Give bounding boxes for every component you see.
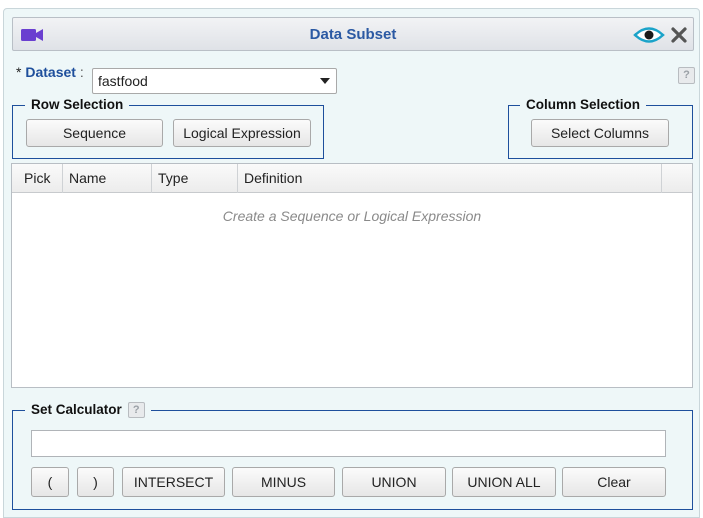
empty-grid-message: Create a Sequence or Logical Expression: [222, 208, 482, 224]
close-icon[interactable]: [670, 26, 688, 44]
column-header-filler: [662, 164, 692, 193]
column-selection-legend: Column Selection: [520, 97, 647, 113]
union-all-button[interactable]: UNION ALL: [452, 467, 556, 497]
column-selection-group: Column Selection Select Columns: [508, 97, 693, 159]
open-paren-button[interactable]: (: [31, 467, 69, 497]
title-bar: Data Subset: [12, 17, 694, 51]
set-expression-input[interactable]: [31, 430, 666, 457]
help-icon[interactable]: ?: [678, 67, 695, 84]
minus-button[interactable]: MINUS: [232, 467, 335, 497]
column-header-pick[interactable]: Pick: [12, 164, 63, 193]
close-paren-button[interactable]: ): [77, 467, 114, 497]
union-button[interactable]: UNION: [342, 467, 446, 497]
row-selection-legend: Row Selection: [25, 97, 130, 113]
set-calculator-help-icon[interactable]: ?: [127, 402, 145, 418]
clear-button[interactable]: Clear: [562, 467, 666, 497]
required-mark: *: [16, 64, 22, 80]
chevron-down-icon: [320, 78, 330, 84]
subset-grid: Pick Name Type Definition Create a Seque…: [11, 163, 693, 388]
dataset-select-value: fastfood: [98, 73, 148, 89]
set-calculator-group: Set Calculator? ( ) INTERSECT MINUS UNIO…: [12, 402, 693, 510]
dataset-select[interactable]: fastfood: [92, 68, 337, 94]
eye-icon[interactable]: [633, 26, 665, 44]
grid-header: Pick Name Type Definition: [12, 164, 692, 193]
set-calculator-legend: Set Calculator?: [25, 402, 151, 418]
logical-expression-button[interactable]: Logical Expression: [173, 119, 311, 147]
column-header-name[interactable]: Name: [63, 164, 152, 193]
column-header-definition[interactable]: Definition: [238, 164, 662, 193]
window-title: Data Subset: [309, 26, 397, 43]
row-selection-group: Row Selection Sequence Logical Expressio…: [12, 97, 324, 159]
data-subset-window: Data Subset * Dataset : fastfood ? Row S…: [3, 8, 700, 518]
dataset-label-colon: :: [79, 64, 84, 80]
select-columns-button[interactable]: Select Columns: [531, 119, 669, 147]
dataset-label-text: Dataset: [25, 64, 76, 80]
intersect-button[interactable]: INTERSECT: [122, 467, 225, 497]
column-header-type[interactable]: Type: [152, 164, 238, 193]
sequence-button[interactable]: Sequence: [26, 119, 163, 147]
set-calculator-title: Set Calculator: [31, 402, 122, 417]
dataset-label: * Dataset :: [16, 64, 84, 80]
